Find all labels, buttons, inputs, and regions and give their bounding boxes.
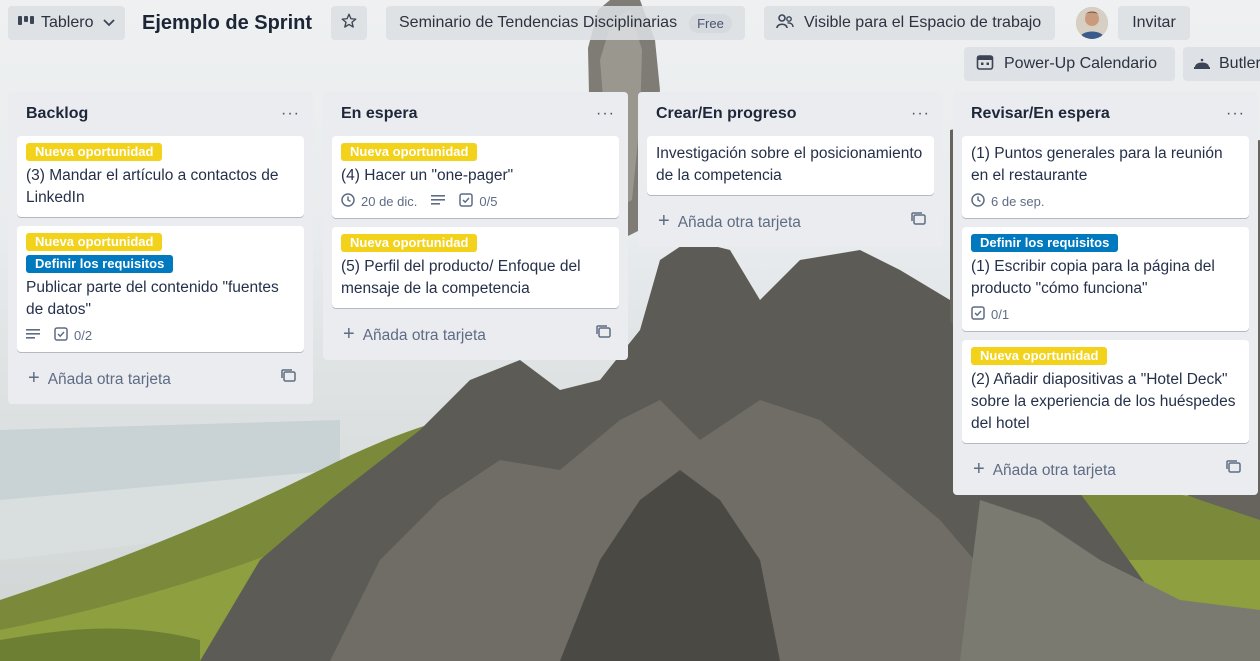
card-title: Publicar parte del contenido "fuentes de… bbox=[26, 279, 279, 318]
card-title: Investigación sobre el posicionamiento d… bbox=[656, 145, 923, 184]
list-title: Crear/En progreso bbox=[656, 105, 797, 122]
plus-icon: + bbox=[658, 209, 670, 232]
add-card-button[interactable]: + Añada otra tarjeta bbox=[17, 361, 304, 395]
card-title: (1) Escribir copia para la página del pr… bbox=[971, 258, 1215, 297]
add-card-button[interactable]: + Añada otra tarjeta bbox=[332, 317, 619, 351]
visibility-button[interactable]: Visible para el Espacio de trabajo bbox=[764, 6, 1055, 40]
card-template-icon[interactable] bbox=[281, 369, 296, 387]
list-title: En espera bbox=[341, 105, 418, 122]
checklist-icon bbox=[54, 327, 68, 344]
add-card-label: Añada otra tarjeta bbox=[992, 461, 1116, 479]
due-date-badge: 20 de dic. bbox=[341, 193, 417, 210]
add-card-label: Añada otra tarjeta bbox=[362, 326, 486, 344]
label-nueva-oportunidad: Nueva oportunidad bbox=[26, 143, 163, 161]
description-icon bbox=[26, 328, 40, 343]
board-title[interactable]: Ejemplo de Sprint bbox=[142, 12, 312, 35]
plus-icon: + bbox=[973, 457, 985, 480]
board-view-icon bbox=[18, 14, 34, 33]
view-switcher-button[interactable]: Tablero bbox=[8, 6, 125, 40]
clock-icon bbox=[341, 193, 355, 210]
description-badge bbox=[26, 328, 40, 343]
view-switcher-label: Tablero bbox=[41, 14, 94, 31]
list-menu-icon[interactable]: ··· bbox=[911, 105, 930, 123]
label-nueva-oportunidad: Nueva oportunidad bbox=[971, 347, 1108, 365]
invite-button[interactable]: Invitar bbox=[1118, 6, 1190, 40]
list-menu-icon[interactable]: ··· bbox=[281, 105, 300, 123]
list-crear-en-progreso: Crear/En progreso ··· Investigación sobr… bbox=[638, 92, 943, 247]
checklist-count: 0/2 bbox=[74, 328, 93, 343]
checklist-icon bbox=[459, 193, 474, 210]
butler-bell-icon bbox=[1193, 54, 1211, 75]
card-template-icon[interactable] bbox=[1226, 460, 1241, 478]
avatar[interactable] bbox=[1076, 7, 1108, 39]
checklist-badge: 0/5 bbox=[459, 193, 497, 210]
card[interactable]: Nueva oportunidad (3) Mandar el artículo… bbox=[17, 136, 304, 217]
calendar-powerup-button[interactable]: Power-Up Calendario bbox=[964, 47, 1175, 81]
label-nueva-oportunidad: Nueva oportunidad bbox=[341, 143, 478, 161]
butler-button[interactable]: Butler bbox=[1183, 47, 1260, 81]
plus-icon: + bbox=[28, 366, 40, 389]
star-icon bbox=[340, 12, 358, 35]
card[interactable]: Nueva oportunidad (2) Añadir diapositiva… bbox=[962, 340, 1249, 443]
star-board-button[interactable] bbox=[331, 6, 367, 40]
workspace-visibility-icon bbox=[776, 13, 794, 34]
add-card-label: Añada otra tarjeta bbox=[677, 213, 801, 231]
list-title: Backlog bbox=[26, 105, 89, 122]
card[interactable]: Nueva oportunidad Definir los requisitos… bbox=[17, 226, 304, 352]
label-definir-requisitos: Definir los requisitos bbox=[971, 234, 1119, 252]
butler-label: Butler bbox=[1219, 55, 1260, 72]
card-template-icon[interactable] bbox=[911, 212, 926, 230]
card[interactable]: Nueva oportunidad (4) Hacer un "one-page… bbox=[332, 136, 619, 218]
checklist-badge: 0/1 bbox=[971, 306, 1009, 323]
card[interactable]: (1) Puntos generales para la reunión en … bbox=[962, 136, 1249, 218]
card-title: (1) Puntos generales para la reunión en … bbox=[971, 145, 1223, 184]
chevron-down-icon bbox=[103, 14, 116, 32]
checklist-icon bbox=[971, 306, 985, 323]
label-nueva-oportunidad: Nueva oportunidad bbox=[26, 233, 163, 251]
card-title: (5) Perfil del producto/ Enfoque del men… bbox=[341, 258, 581, 297]
calendar-icon bbox=[976, 53, 994, 76]
due-date-badge: 6 de sep. bbox=[971, 193, 1045, 210]
plan-badge: Free bbox=[689, 13, 732, 33]
list-en-espera: En espera ··· Nueva oportunidad (4) Hace… bbox=[323, 92, 628, 360]
card[interactable]: Investigación sobre el posicionamiento d… bbox=[647, 136, 934, 195]
card[interactable]: Nueva oportunidad (5) Perfil del product… bbox=[332, 227, 619, 308]
list-menu-icon[interactable]: ··· bbox=[1226, 105, 1245, 123]
invite-label: Invitar bbox=[1132, 14, 1176, 31]
checklist-badge: 0/2 bbox=[54, 327, 92, 344]
label-definir-requisitos: Definir los requisitos bbox=[26, 255, 174, 273]
checklist-count: 0/5 bbox=[479, 194, 498, 209]
card-title: (4) Hacer un "one-pager" bbox=[341, 167, 514, 184]
visibility-label: Visible para el Espacio de trabajo bbox=[804, 14, 1042, 31]
description-icon bbox=[431, 194, 446, 209]
due-date-text: 20 de dic. bbox=[361, 194, 418, 209]
add-card-button[interactable]: + Añada otra tarjeta bbox=[647, 204, 934, 238]
card-title: (2) Añadir diapositivas a "Hotel Deck" s… bbox=[971, 371, 1236, 432]
add-card-button[interactable]: + Añada otra tarjeta bbox=[962, 452, 1249, 486]
workspace-button[interactable]: Seminario de Tendencias Disciplinarias F… bbox=[386, 6, 745, 40]
plus-icon: + bbox=[343, 322, 355, 345]
card[interactable]: Definir los requisitos (1) Escribir copi… bbox=[962, 227, 1249, 331]
list-revisar-en-espera: Revisar/En espera ··· (1) Puntos general… bbox=[953, 92, 1258, 495]
list-backlog: Backlog ··· Nueva oportunidad (3) Mandar… bbox=[8, 92, 313, 404]
checklist-count: 0/1 bbox=[991, 307, 1010, 322]
clock-icon bbox=[971, 193, 985, 210]
board-header: Tablero Ejemplo de Sprint Seminario de T… bbox=[0, 0, 1260, 81]
card-template-icon[interactable] bbox=[596, 325, 611, 343]
add-card-label: Añada otra tarjeta bbox=[47, 370, 171, 388]
card-title: (3) Mandar el artículo a contactos de Li… bbox=[26, 167, 279, 206]
list-menu-icon[interactable]: ··· bbox=[596, 105, 615, 123]
label-nueva-oportunidad: Nueva oportunidad bbox=[341, 234, 478, 252]
calendar-powerup-label: Power-Up Calendario bbox=[1004, 55, 1157, 72]
list-title: Revisar/En espera bbox=[971, 105, 1110, 122]
description-badge bbox=[431, 194, 446, 209]
due-date-text: 6 de sep. bbox=[991, 194, 1045, 209]
workspace-name: Seminario de Tendencias Disciplinarias bbox=[399, 14, 678, 31]
